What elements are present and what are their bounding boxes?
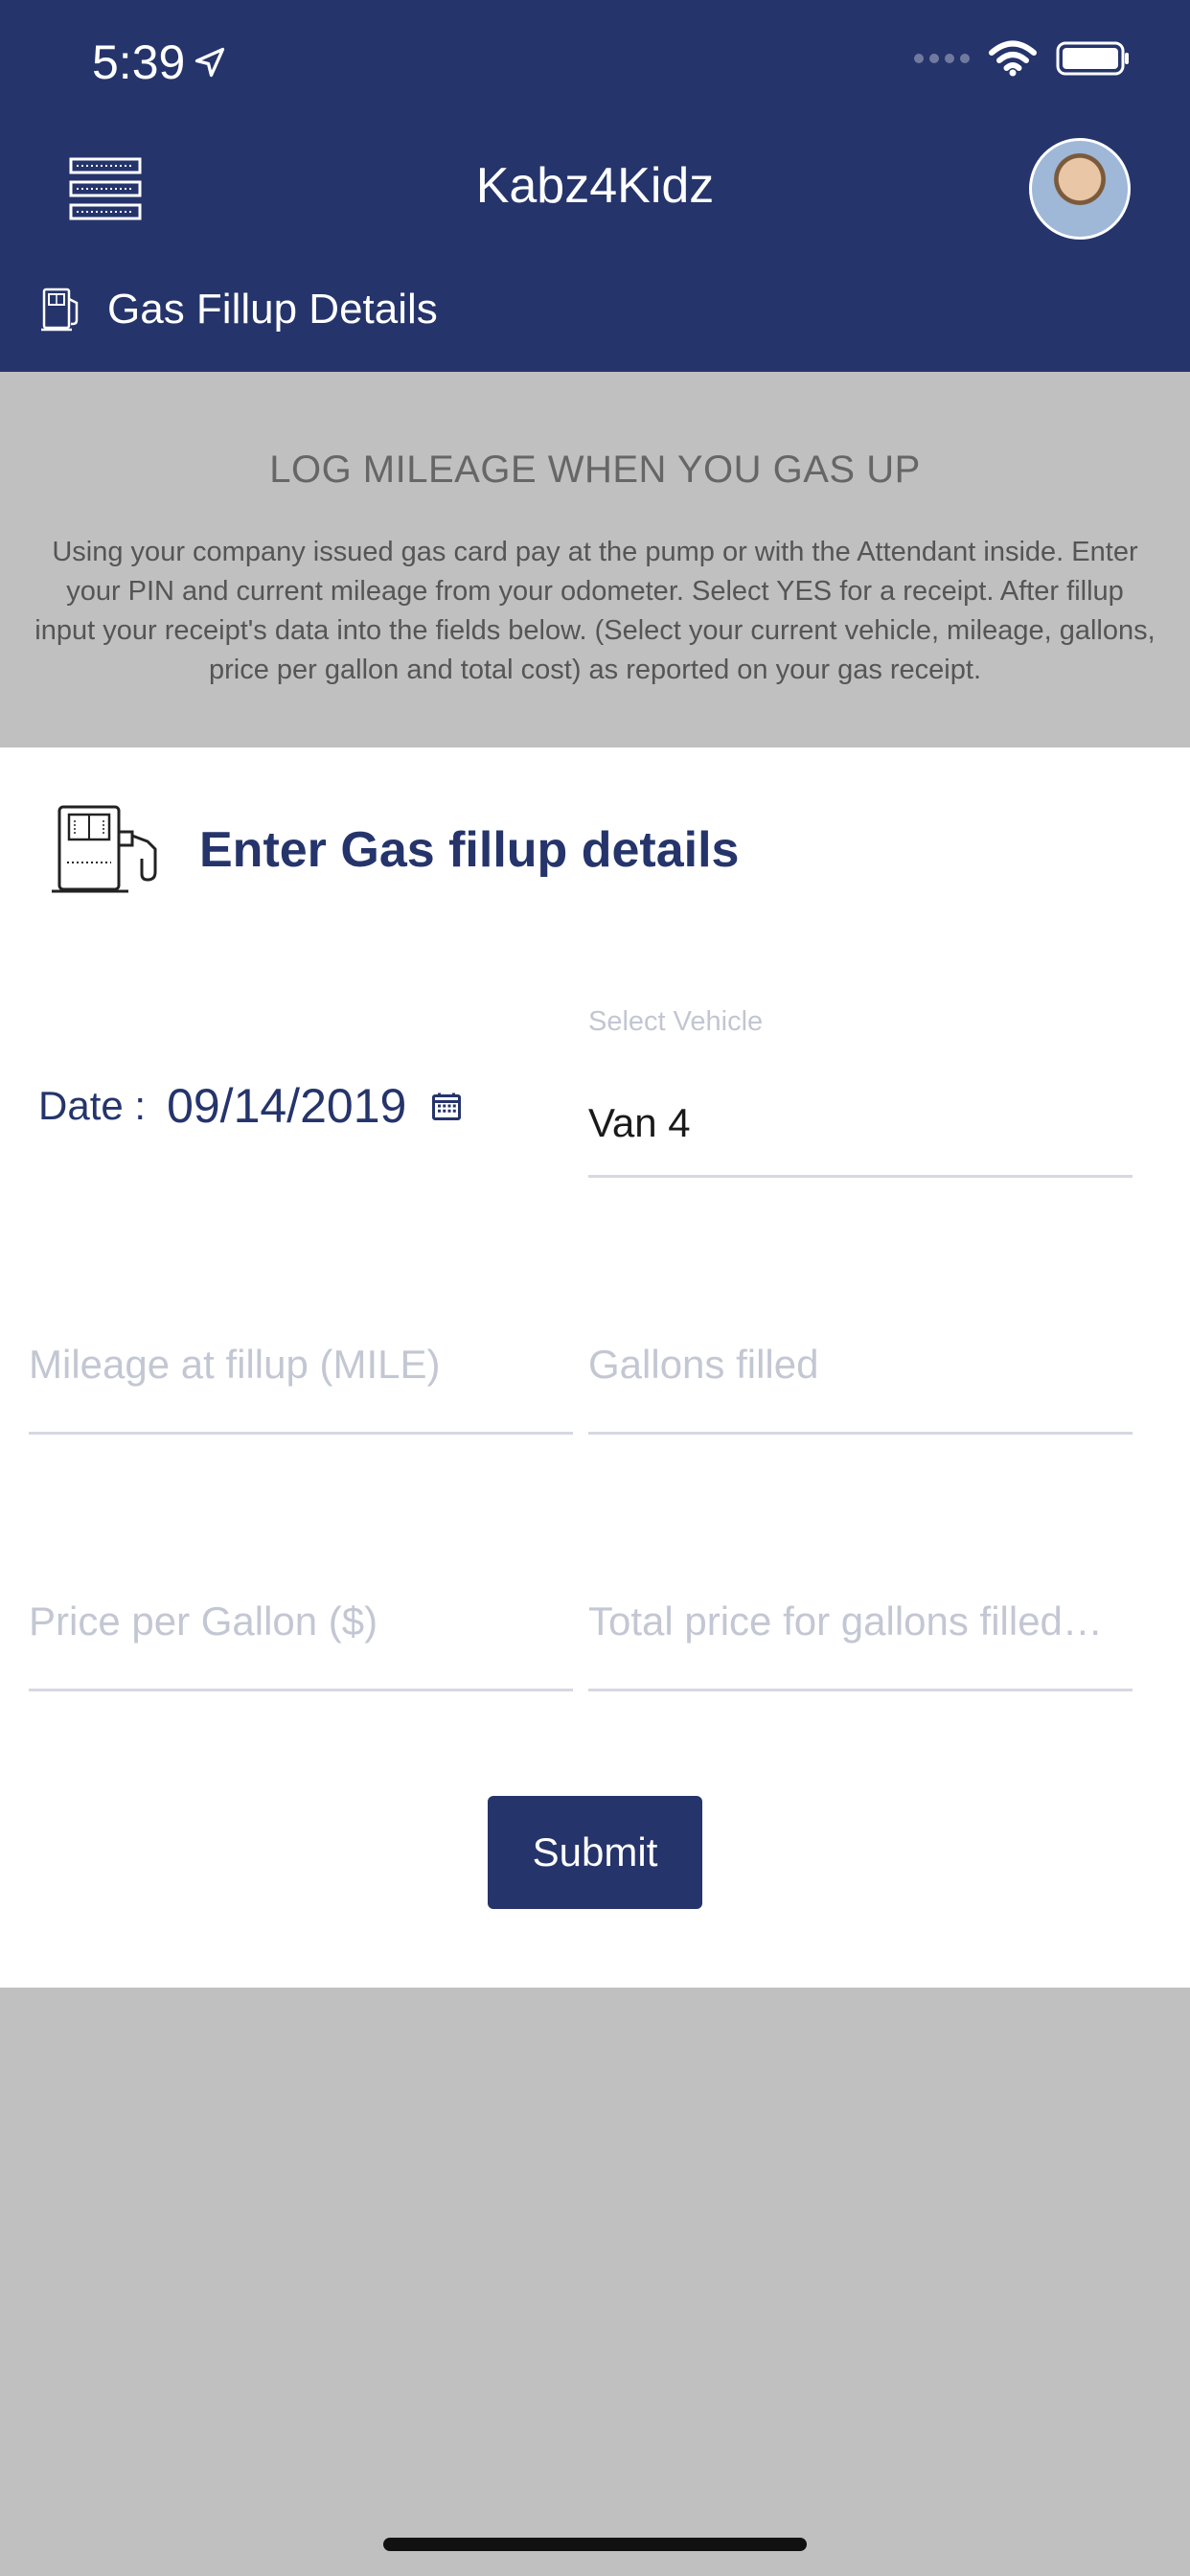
date-label: Date : xyxy=(38,1083,147,1128)
home-indicator[interactable] xyxy=(383,2538,807,2551)
page-title: Gas Fillup Details xyxy=(107,286,438,333)
vehicle-select[interactable]: Select Vehicle Van 4 xyxy=(588,1006,1133,1178)
status-icons xyxy=(914,40,1131,77)
date-value[interactable]: 09/14/2019 xyxy=(167,1078,406,1134)
form-header: Enter Gas fillup details xyxy=(50,803,739,897)
banner-title: LOG MILEAGE WHEN YOU GAS UP xyxy=(269,448,921,491)
mileage-input-placeholder: Mileage at fillup (MILE) xyxy=(29,1342,441,1387)
calendar-icon[interactable] xyxy=(429,1089,464,1123)
gas-pump-icon xyxy=(52,805,157,893)
price-per-gallon-placeholder: Price per Gallon ($) xyxy=(29,1598,378,1644)
status-time: 5:39 xyxy=(92,34,227,90)
vehicle-select-label: Select Vehicle xyxy=(588,1006,764,1037)
submit-button[interactable]: Submit xyxy=(488,1796,702,1909)
form-title: Enter Gas fillup details xyxy=(199,822,740,878)
app-title: Kabz4Kidz xyxy=(475,158,715,214)
gallons-input-placeholder: Gallons filled xyxy=(588,1342,819,1387)
cellular-signal-icon xyxy=(914,54,970,63)
user-avatar[interactable] xyxy=(1029,138,1131,240)
gas-fillup-form: Enter Gas fillup details Date : 09/14/20… xyxy=(0,748,1190,1988)
wifi-icon xyxy=(989,40,1037,77)
total-price-input[interactable]: Total price for gallons filled… xyxy=(588,1543,1133,1691)
price-per-gallon-input[interactable]: Price per Gallon ($) xyxy=(29,1543,573,1691)
vehicle-select-value: Van 4 xyxy=(588,1100,691,1145)
battery-icon xyxy=(1056,41,1129,76)
page-subheader: Gas Fillup Details xyxy=(38,286,438,334)
total-price-placeholder: Total price for gallons filled… xyxy=(588,1598,1103,1644)
app-header: 5:39 Kabz4Kidz Gas Fillup Details xyxy=(0,0,1190,372)
gallons-input[interactable]: Gallons filled xyxy=(588,1284,1133,1435)
instructions-banner: LOG MILEAGE WHEN YOU GAS UP Using your c… xyxy=(0,372,1190,748)
location-arrow-icon xyxy=(195,47,225,78)
mileage-input[interactable]: Mileage at fillup (MILE) xyxy=(29,1284,573,1435)
banner-body: Using your company issued gas card pay a… xyxy=(34,537,1156,685)
date-picker[interactable]: Date : 09/14/2019 xyxy=(38,1078,464,1134)
status-time-text: 5:39 xyxy=(92,35,186,89)
gas-pump-icon xyxy=(41,288,79,332)
